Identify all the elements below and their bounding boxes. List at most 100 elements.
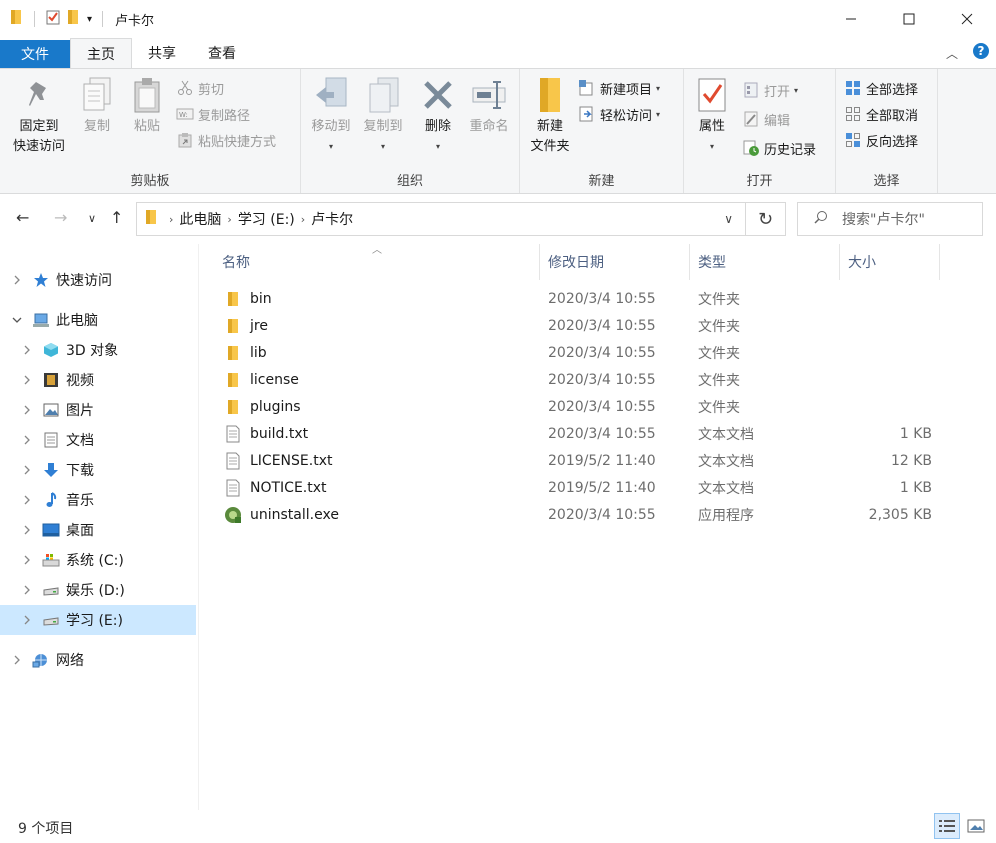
expand-chevron-icon[interactable] — [20, 585, 34, 595]
maximize-button[interactable] — [880, 0, 938, 38]
delete-button[interactable]: 删除 ▾ — [415, 75, 461, 157]
help-icon[interactable]: ? — [972, 42, 990, 64]
address-dropdown-chevron-icon[interactable]: ∨ — [724, 212, 733, 226]
expand-chevron-icon[interactable] — [20, 525, 34, 535]
back-arrow-icon[interactable]: ← — [16, 208, 29, 227]
select-all-button[interactable]: 全部选择 — [844, 77, 918, 99]
paste-shortcut-button[interactable]: 粘贴快捷方式 — [176, 129, 276, 151]
breadcrumb-this-pc[interactable]: 此电脑 — [179, 209, 221, 229]
file-row[interactable]: bin 2020/3/4 10:55 文件夹 — [214, 285, 942, 312]
nav-item-cube[interactable]: 3D 对象 — [0, 335, 196, 365]
star-icon — [32, 271, 50, 289]
breadcrumb-drive-e[interactable]: 学习 (E:) — [238, 209, 295, 229]
file-row[interactable]: plugins 2020/3/4 10:55 文件夹 — [214, 393, 942, 420]
rename-button[interactable]: 重命名 — [463, 75, 515, 137]
copy-path-button[interactable]: W: 复制路径 — [176, 103, 250, 125]
invert-selection-button[interactable]: 反向选择 — [844, 129, 918, 151]
properties-icon[interactable] — [45, 9, 61, 29]
nav-item-network[interactable]: 网络 — [0, 645, 196, 675]
file-date: 2019/5/2 11:40 — [548, 452, 656, 469]
nav-item-label: 下载 — [66, 463, 94, 479]
tab-home[interactable]: 主页 — [70, 38, 132, 68]
file-row[interactable]: license 2020/3/4 10:55 文件夹 — [214, 366, 942, 393]
nav-item-picture[interactable]: 图片 — [0, 395, 196, 425]
expand-chevron-icon[interactable] — [10, 275, 24, 285]
minimize-button[interactable] — [822, 0, 880, 38]
column-header-size[interactable]: 大小 — [840, 244, 940, 280]
open-button[interactable]: 打开 ▾ — [742, 79, 798, 101]
nav-item-video[interactable]: 视频 — [0, 365, 196, 395]
file-row[interactable]: lib 2020/3/4 10:55 文件夹 — [214, 339, 942, 366]
nav-item-label: 快速访问 — [56, 273, 112, 289]
file-row[interactable]: uninstall.exe 2020/3/4 10:55 应用程序 2,305 KB — [214, 501, 942, 528]
pin-to-quick-access-button[interactable]: 固定到 快速访问 — [6, 75, 72, 157]
file-row[interactable]: build.txt 2020/3/4 10:55 文本文档 1 KB — [214, 420, 942, 447]
file-size — [832, 366, 932, 393]
tab-file[interactable]: 文件 — [0, 40, 70, 68]
recent-locations-chevron-icon[interactable]: ∨ — [88, 212, 96, 225]
new-folder-icon[interactable] — [67, 9, 81, 29]
breadcrumb-chevron-icon[interactable]: › — [301, 213, 305, 226]
cut-button[interactable]: 剪切 — [176, 77, 224, 99]
file-name: lib — [250, 344, 267, 361]
expand-chevron-icon[interactable] — [20, 615, 34, 625]
paste-button[interactable]: 粘贴 — [124, 75, 170, 137]
large-icons-view-button[interactable] — [963, 813, 989, 839]
close-button[interactable] — [938, 0, 996, 38]
copy-button[interactable]: 复制 — [74, 75, 120, 137]
nav-item-desktop[interactable]: 桌面 — [0, 515, 196, 545]
collapse-chevron-icon[interactable] — [10, 317, 24, 323]
up-arrow-icon[interactable]: ↑ — [110, 208, 123, 227]
details-view-button[interactable] — [934, 813, 960, 839]
expand-chevron-icon[interactable] — [20, 435, 34, 445]
select-none-icon — [844, 105, 862, 123]
tab-view[interactable]: 查看 — [192, 38, 252, 68]
pin-icon — [29, 82, 46, 106]
column-header-type[interactable]: 类型 — [690, 244, 840, 280]
properties-button[interactable]: 属性 ▾ — [690, 75, 734, 157]
expand-chevron-icon[interactable] — [20, 495, 34, 505]
easy-access-button[interactable]: 轻松访问 ▾ — [578, 103, 660, 125]
nav-item-drive[interactable]: 娱乐 (D:) — [0, 575, 196, 605]
expand-chevron-icon[interactable] — [20, 375, 34, 385]
new-item-button[interactable]: 新建项目 ▾ — [578, 77, 660, 99]
breadcrumb-chevron-icon[interactable]: › — [227, 213, 231, 226]
nav-item-document[interactable]: 文档 — [0, 425, 196, 455]
nav-item-label: 娱乐 (D:) — [66, 583, 125, 599]
expand-chevron-icon[interactable] — [20, 465, 34, 475]
expand-chevron-icon[interactable] — [20, 345, 34, 355]
breadcrumb-chevron-icon[interactable]: › — [169, 213, 173, 226]
nav-item-computer[interactable]: 此电脑 — [0, 305, 196, 335]
copy-to-button[interactable]: 复制到 ▾ — [357, 75, 409, 157]
breadcrumb-current-folder[interactable]: 卢卡尔 — [311, 209, 353, 229]
nav-item-music[interactable]: 音乐 — [0, 485, 196, 515]
expand-chevron-icon[interactable] — [10, 655, 24, 665]
navigation-pane: 快速访问此电脑 3D 对象 视频 图片 文档下载音乐 桌面 系统 (C:) 娱乐 (D:) 学习… — [0, 244, 199, 810]
file-name: LICENSE.txt — [250, 452, 333, 469]
search-box[interactable]: 搜索"卢卡尔" — [797, 202, 983, 236]
select-none-button[interactable]: 全部取消 — [844, 103, 918, 125]
nav-item-drive[interactable]: 学习 (E:) — [0, 605, 196, 635]
tab-share[interactable]: 共享 — [132, 38, 192, 68]
picture-icon — [42, 401, 60, 419]
forward-arrow-icon[interactable]: → — [54, 208, 67, 227]
refresh-button[interactable]: ↻ — [746, 202, 786, 236]
customize-toolbar-chevron-icon[interactable]: ▾ — [87, 14, 92, 25]
expand-chevron-icon[interactable] — [20, 555, 34, 565]
drive-icon — [42, 581, 60, 599]
nav-item-download[interactable]: 下载 — [0, 455, 196, 485]
move-to-button[interactable]: 移动到 ▾ — [305, 75, 357, 157]
file-name-cell: build.txt — [224, 420, 308, 447]
file-row[interactable]: LICENSE.txt 2019/5/2 11:40 文本文档 12 KB — [214, 447, 942, 474]
file-row[interactable]: jre 2020/3/4 10:55 文件夹 — [214, 312, 942, 339]
nav-item-star[interactable]: 快速访问 — [0, 265, 196, 295]
history-button[interactable]: 历史记录 — [742, 137, 816, 159]
edit-button[interactable]: 编辑 — [742, 108, 790, 130]
expand-chevron-icon[interactable] — [20, 405, 34, 415]
file-row[interactable]: NOTICE.txt 2019/5/2 11:40 文本文档 1 KB — [214, 474, 942, 501]
address-bar[interactable]: › 此电脑 › 学习 (E:) › 卢卡尔 ∨ — [136, 202, 746, 236]
nav-item-system-drive[interactable]: 系统 (C:) — [0, 545, 196, 575]
collapse-ribbon-icon[interactable]: ︿ — [946, 45, 958, 62]
column-header-date[interactable]: 修改日期 — [540, 244, 690, 280]
new-folder-button[interactable]: 新建 文件夹 — [524, 75, 576, 157]
